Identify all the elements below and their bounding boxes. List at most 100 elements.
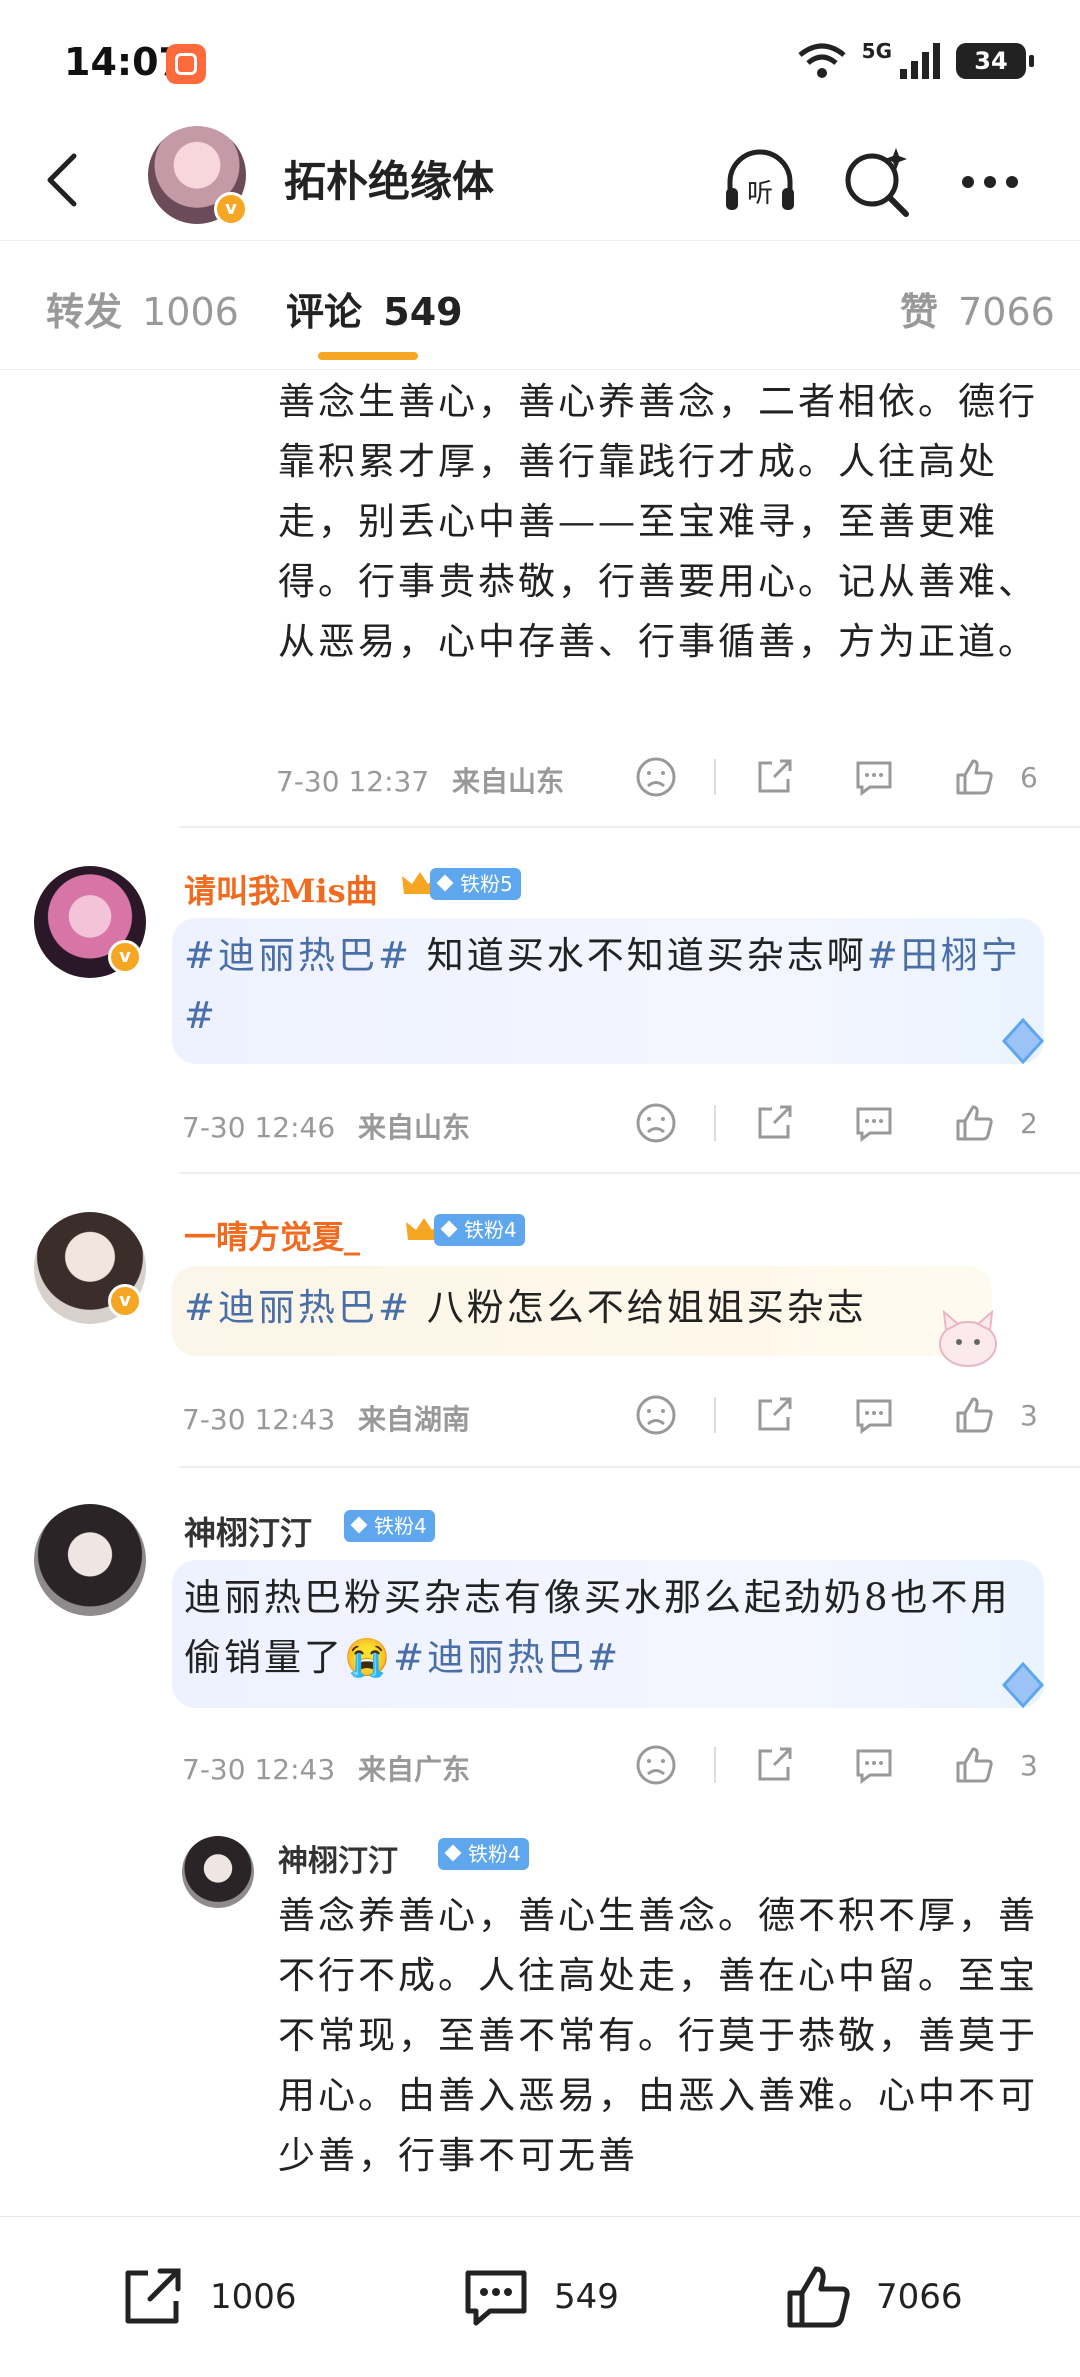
- like-button[interactable]: [934, 752, 1014, 802]
- comment-bubble-icon: [465, 2270, 527, 2326]
- search-sparkle-icon[interactable]: [836, 142, 916, 222]
- comment-meta: 7-30 12:43 来自广东: [182, 1748, 470, 1788]
- username[interactable]: 神栩汀汀: [278, 1836, 398, 1880]
- tab-count: 7066: [958, 290, 1055, 334]
- comment-meta: 7-30 12:37 来自山东: [276, 760, 564, 800]
- comment-location: 来自湖南: [358, 1403, 471, 1436]
- tab-count: 549: [383, 290, 463, 334]
- user-avatar[interactable]: [34, 1504, 146, 1616]
- tab-label: 转发: [46, 289, 123, 334]
- comment-body: 八粉怎么不给姐姐买杂志: [412, 1286, 867, 1329]
- repost-icon: [125, 2268, 181, 2324]
- tab-likes[interactable]: 赞 7066: [900, 281, 1055, 336]
- comment-location: 来自广东: [358, 1753, 471, 1786]
- app-notification-icon: [166, 44, 206, 84]
- reply-button[interactable]: [834, 1740, 914, 1790]
- dislike-button[interactable]: [616, 1390, 696, 1440]
- like-button[interactable]: [934, 1390, 1014, 1440]
- verified-icon: v: [214, 192, 248, 226]
- divider: [180, 1172, 1080, 1174]
- reply-button[interactable]: [834, 1098, 914, 1148]
- like-button[interactable]: [934, 1740, 1014, 1790]
- tab-comments[interactable]: 评论 549: [286, 281, 463, 336]
- network-type: 5G: [861, 39, 892, 63]
- divider: [180, 826, 1080, 828]
- frown-icon: [636, 1745, 676, 1785]
- share-button[interactable]: [734, 1390, 814, 1440]
- comment-bubble-icon: [856, 1399, 892, 1434]
- divider: [714, 1747, 716, 1783]
- like-button[interactable]: [934, 1098, 1014, 1148]
- comment-text: #迪丽热巴# 知道买水不知道买杂志啊#田栩宁#: [184, 926, 1024, 1046]
- username[interactable]: 神栩汀汀: [184, 1508, 312, 1554]
- tab-reposts[interactable]: 转发 1006: [46, 281, 239, 336]
- comment-actions: 2: [616, 1098, 1044, 1148]
- comment-text: 迪丽热巴粉买杂志有像买水那么起劲奶8也不用偷销量了😭#迪丽热巴#: [184, 1568, 1024, 1688]
- comment-location: 来自山东: [358, 1111, 471, 1144]
- status-bar: 14:07 5G 34: [0, 0, 1080, 120]
- dislike-button[interactable]: [616, 752, 696, 802]
- fan-badge: 铁粉4: [438, 1838, 529, 1870]
- verified-icon: v: [108, 940, 142, 974]
- active-tab-indicator: [318, 352, 418, 360]
- repost-button[interactable]: 1006: [116, 2257, 297, 2337]
- comment-count: 549: [554, 2277, 619, 2317]
- fan-badge: 铁粉5: [430, 868, 521, 900]
- comment-bubble-icon: [856, 1749, 892, 1784]
- listen-glyph: 听: [747, 179, 773, 209]
- cat-sticker-icon: [939, 1309, 997, 1367]
- hashtag-link[interactable]: #迪丽热巴#: [184, 934, 412, 977]
- share-button[interactable]: [734, 752, 814, 802]
- like-count: 3: [1020, 1398, 1038, 1432]
- hashtag-link[interactable]: #迪丽热巴#: [393, 1636, 621, 1679]
- comment-actions: 6: [616, 752, 1044, 802]
- hashtag-link[interactable]: #迪丽热巴#: [184, 1286, 412, 1329]
- user-avatar[interactable]: [182, 1836, 254, 1908]
- share-icon: [758, 759, 792, 793]
- status-indicators: 5G 34: [796, 38, 1034, 84]
- comment-meta: 7-30 12:46 来自山东: [182, 1106, 470, 1146]
- battery-level: 34: [974, 47, 1008, 75]
- share-button[interactable]: [734, 1098, 814, 1148]
- comment-text: #迪丽热巴# 八粉怎么不给姐姐买杂志: [184, 1278, 1004, 1338]
- wifi-icon: [798, 43, 846, 78]
- tab-bar: 转发 1006 评论 549 赞 7066: [0, 240, 1080, 370]
- comment-button[interactable]: 549: [460, 2257, 619, 2337]
- thumbs-up-icon: [787, 2266, 850, 2328]
- like-button[interactable]: 7066: [782, 2257, 963, 2337]
- comment-time: 7-30 12:43: [182, 1403, 336, 1436]
- tab-count: 1006: [142, 290, 239, 334]
- comment-time: 7-30 12:46: [182, 1111, 336, 1144]
- verified-icon: v: [108, 1284, 142, 1318]
- reply-button[interactable]: [834, 1390, 914, 1440]
- frown-icon: [636, 1103, 676, 1143]
- battery-icon: 34: [956, 43, 1034, 79]
- headphones-listen-icon[interactable]: 听: [720, 142, 800, 222]
- like-count: 7066: [876, 2277, 963, 2317]
- dislike-button[interactable]: [616, 1740, 696, 1790]
- dislike-button[interactable]: [616, 1098, 696, 1148]
- like-count: 6: [1020, 760, 1038, 794]
- comment-text: 善念养善心，善心生善念。德不积不厚，善不行不成。人往高处走，善在心中留。至宝不常…: [278, 1894, 1038, 2177]
- like-count: 3: [1020, 1748, 1038, 1782]
- comment-text: 善念生善心，善心养善念，二者相依。德行靠积累才厚，善行靠践行才成。人往高处走，别…: [278, 380, 1038, 663]
- diamond-icon: [1001, 1017, 1045, 1065]
- signal-icon: [900, 43, 940, 79]
- share-icon: [758, 1105, 792, 1139]
- diamond-icon: [1001, 1661, 1045, 1709]
- reply-button[interactable]: [834, 752, 914, 802]
- tab-label: 评论: [286, 289, 363, 334]
- chevron-left-icon[interactable]: [36, 150, 96, 210]
- username[interactable]: 请叫我Mis曲: [184, 866, 378, 912]
- comment-location: 来自山东: [452, 765, 565, 798]
- like-count: 2: [1020, 1106, 1038, 1140]
- divider: [714, 759, 716, 795]
- comment-actions: 3: [616, 1740, 1044, 1790]
- comment-meta: 7-30 12:43 来自湖南: [182, 1398, 470, 1438]
- more-dots-icon[interactable]: [950, 142, 1030, 222]
- divider: [180, 1466, 1080, 1468]
- username[interactable]: 一晴方觉夏_: [184, 1212, 360, 1258]
- frown-icon: [636, 757, 676, 797]
- comment-time: 7-30 12:43: [182, 1753, 336, 1786]
- share-button[interactable]: [734, 1740, 814, 1790]
